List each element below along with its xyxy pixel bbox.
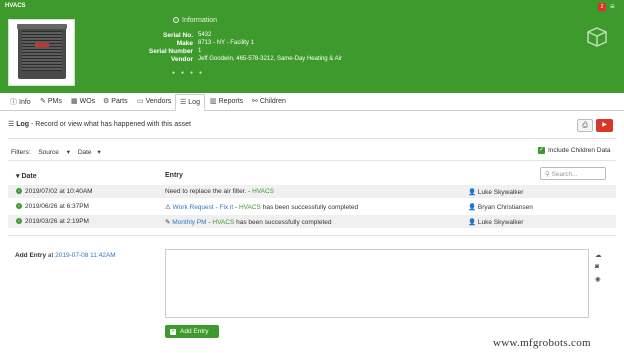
- check-circle-icon: ✓: [16, 203, 22, 210]
- tab-parts[interactable]: ⚙ Parts: [103, 97, 128, 105]
- search-icon: ⚲: [545, 171, 552, 178]
- include-children-checkbox[interactable]: ✓ Include Children Data: [538, 147, 611, 154]
- check-circle-icon: ✓: [16, 188, 22, 195]
- print-icon: ⎙: [582, 122, 588, 129]
- log-title: ☰ Log - Record or view what has happened…: [8, 121, 191, 128]
- row-date: ✓ 2019/07/02 at 10:40AM: [16, 188, 93, 195]
- row-date: ✓ 2019/06/26 at 6:37PM: [16, 203, 89, 210]
- field-label: Serial No.: [163, 32, 193, 39]
- work-request-link[interactable]: Work Request - Fix it: [173, 204, 234, 211]
- tab-wos[interactable]: ▦ WOs: [71, 97, 95, 105]
- notification-badge[interactable]: 2: [598, 3, 606, 11]
- pm-link[interactable]: Monthly PM: [172, 219, 206, 226]
- list-icon: ☰: [180, 99, 187, 106]
- field-value: 5432: [198, 32, 212, 38]
- table-row: ✓ 2019/03/26 at 2:19PM ✎ Monthly PM - HVA…: [8, 215, 616, 228]
- row-entry: ✎ Monthly PM - HVACS has been successful…: [165, 219, 332, 226]
- asset-link[interactable]: HVACS: [212, 219, 234, 226]
- info-circle-icon: i: [173, 17, 179, 24]
- bar-chart-icon: ▥: [210, 98, 217, 105]
- filters-label: Filters:: [11, 149, 31, 156]
- user-icon: 👤: [468, 219, 478, 226]
- check-circle-icon: ✓: [16, 218, 22, 225]
- asset-header: i Information Serial No. 5432 Make 8713 -…: [0, 14, 624, 93]
- cloud-upload-icon[interactable]: ☁: [595, 251, 602, 259]
- hamburger-icon[interactable]: ≡: [610, 2, 615, 11]
- entry-textarea[interactable]: [165, 249, 589, 318]
- tab-reports[interactable]: ▥ Reports: [210, 97, 243, 105]
- list-icon: ☰: [8, 121, 17, 128]
- divider: [8, 235, 616, 236]
- row-user: 👤 Luke Skywalker: [468, 189, 524, 196]
- tab-children[interactable]: ⚯ Children: [252, 97, 286, 105]
- log-header: ☰ Log - Record or view what has happened…: [8, 118, 616, 136]
- tab-log[interactable]: ☰ Log: [175, 94, 205, 111]
- field-value: 1: [198, 48, 202, 54]
- table-header: ▾ Date Entry: [12, 172, 612, 182]
- wrench-icon: ✎: [40, 98, 46, 105]
- print-button[interactable]: ⎙: [577, 119, 593, 132]
- plus-icon: +: [170, 329, 176, 335]
- calendar-icon: ▦: [71, 98, 78, 105]
- filter-bar: Filters: Source ▾ Date ▾: [11, 148, 107, 156]
- pager-dots[interactable]: ●●●●: [172, 70, 208, 76]
- field-value: 8713 - NY - Facility 1: [198, 40, 254, 46]
- sitemap-icon: ⚯: [252, 98, 258, 105]
- tab-vendors[interactable]: ▭ Vendors: [137, 97, 171, 105]
- divider: [8, 160, 616, 161]
- field-vendor: Vendor Jeff Goodwin, 465-578-3212, Same-…: [110, 56, 410, 65]
- row-user: 👤 Bryan Christiansen: [468, 204, 533, 211]
- watermark: www.mfgrobots.com: [493, 337, 591, 349]
- field-label: Serial Number: [148, 48, 193, 55]
- user-icon: 👤: [468, 204, 478, 211]
- cogs-icon: ⚙: [103, 98, 110, 105]
- information-heading: i Information: [173, 17, 217, 24]
- add-entry-button[interactable]: + Add Entry: [165, 325, 219, 338]
- card-icon: ▭: [137, 98, 144, 105]
- table-row: ✓ 2019/07/02 at 10:40AM Need to replace t…: [8, 185, 616, 198]
- asset-image: [8, 19, 75, 86]
- video-button[interactable]: ▶: [596, 119, 613, 132]
- window-title: HVACS: [5, 3, 26, 9]
- field-label: Vendor: [170, 56, 193, 63]
- asset-link[interactable]: HVACS: [252, 188, 274, 195]
- column-entry: Entry: [165, 172, 183, 179]
- tab-pms[interactable]: ✎ PMs: [40, 97, 62, 105]
- warning-icon: ⚠: [165, 204, 173, 211]
- search-input[interactable]: ⚲ Search...: [540, 167, 606, 180]
- field-label: Make: [176, 40, 193, 47]
- filter-date-dropdown[interactable]: Date ▾: [78, 149, 101, 156]
- title-bar: HVACS 2 ≡: [0, 0, 624, 14]
- add-entry-label: Add Entry at 2019-07-08 11:42AM: [15, 252, 116, 259]
- row-entry: ⚠ Work Request - Fix it - HVACS has been…: [165, 204, 359, 211]
- user-icon: 👤: [468, 189, 478, 196]
- cube-icon: [587, 27, 607, 47]
- filter-source-dropdown[interactable]: Source ▾: [38, 149, 70, 156]
- column-date[interactable]: ▾ Date: [16, 172, 37, 180]
- entry-timestamp-link[interactable]: 2019-07-08 11:42AM: [55, 252, 116, 259]
- row-user: 👤 Luke Skywalker: [468, 219, 524, 226]
- camera-icon[interactable]: ◙: [595, 263, 599, 270]
- ac-unit-picture: [17, 24, 67, 79]
- table-row: ✓ 2019/06/26 at 6:37PM ⚠ Work Request - F…: [8, 200, 616, 213]
- tab-bar: ⓘ Info ✎ PMs ▦ WOs ⚙ Parts ▭ Vendors ☰ Log ▥ Re…: [0, 93, 624, 111]
- checkbox-checked-icon: ✓: [538, 147, 545, 154]
- row-date: ✓ 2019/03/26 at 2:19PM: [16, 218, 89, 225]
- play-icon: ▶: [602, 122, 607, 128]
- info-icon: ⓘ: [10, 99, 17, 106]
- tab-info[interactable]: ⓘ Info: [10, 97, 31, 107]
- asset-link[interactable]: HVACS: [239, 204, 261, 211]
- field-value: Jeff Goodwin, 465-578-3212, Same-Day Hea…: [198, 56, 342, 62]
- divider: [8, 138, 616, 139]
- eye-icon[interactable]: ◉: [595, 275, 601, 283]
- row-entry: Need to replace the air filter. - HVACS: [165, 188, 274, 195]
